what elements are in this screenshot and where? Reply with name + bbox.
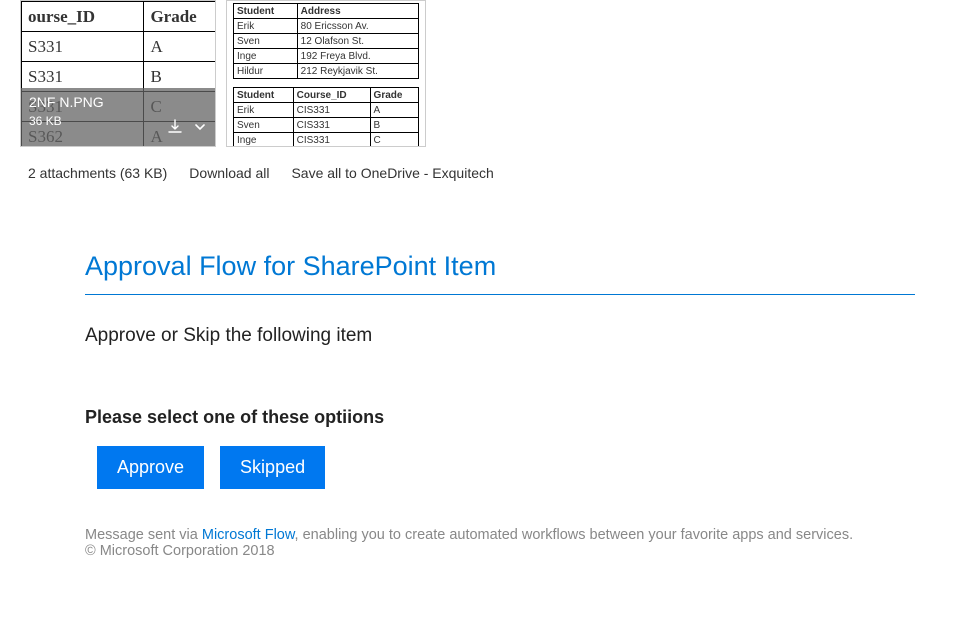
download-all-link[interactable]: Download all (189, 165, 269, 181)
flow-instruction: Approve or Skip the following item (85, 325, 915, 347)
attachments-info-bar: 2 attachments (63 KB) Download all Save … (20, 165, 945, 181)
chevron-down-icon[interactable] (193, 120, 207, 137)
thumb2-table2: StudentCourse_IDGrade ErikCIS331A SvenCI… (233, 87, 419, 147)
attachments-area: ourse_ID Grade A S331A80 S331B12 S331C19… (0, 0, 965, 181)
approve-button[interactable]: Approve (97, 446, 204, 489)
thumb1-h0: ourse_ID (22, 2, 144, 32)
flow-button-row: Approve Skipped (97, 446, 915, 489)
thumb1-h1: Grade (144, 2, 216, 32)
footer-copyright: © Microsoft Corporation 2018 (85, 543, 275, 559)
skipped-button[interactable]: Skipped (220, 446, 325, 489)
save-onedrive-link[interactable]: Save all to OneDrive - Exquitech (291, 165, 493, 181)
download-icon[interactable] (167, 119, 183, 138)
thumb1-overlay: 2NF N.PNG 36 KB (21, 88, 215, 146)
microsoft-flow-link[interactable]: Microsoft Flow (202, 527, 295, 543)
approval-flow-card: Approval Flow for SharePoint Item Approv… (85, 251, 915, 559)
flow-select-label: Please select one of these optiions (85, 407, 915, 428)
flow-title: Approval Flow for SharePoint Item (85, 251, 915, 295)
footer-pre: Message sent via (85, 527, 202, 543)
thumb1-filename: 2NF N.PNG (29, 94, 207, 110)
footer-post: , enabling you to create automated workf… (295, 527, 854, 543)
flow-footer: Message sent via Microsoft Flow, enablin… (85, 527, 915, 559)
attachment-thumb-1[interactable]: ourse_ID Grade A S331A80 S331B12 S331C19… (20, 0, 216, 147)
thumb2-table1: StudentAddress Erik80 Ericsson Av. Sven1… (233, 3, 419, 79)
attachments-summary: 2 attachments (63 KB) (28, 165, 167, 181)
attachment-thumbnails: ourse_ID Grade A S331A80 S331B12 S331C19… (20, 0, 945, 147)
attachment-thumb-2[interactable]: StudentAddress Erik80 Ericsson Av. Sven1… (226, 0, 426, 147)
